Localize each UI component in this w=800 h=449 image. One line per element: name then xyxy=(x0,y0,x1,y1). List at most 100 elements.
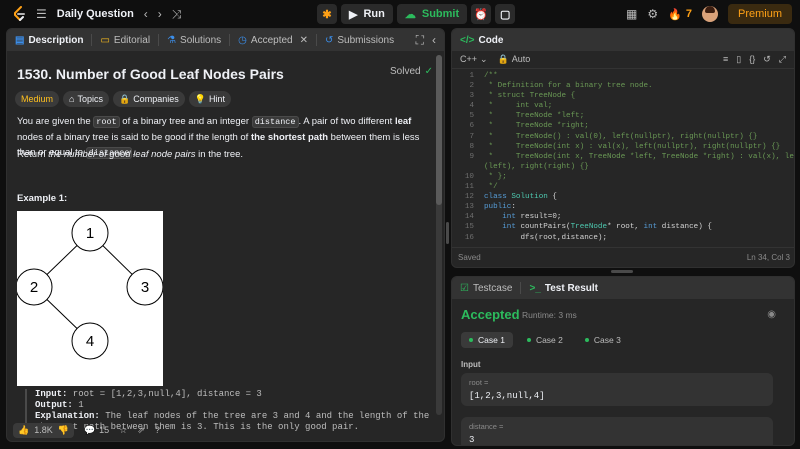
star-icon[interactable]: ☆ xyxy=(119,425,127,436)
layout-icon[interactable]: ▦ xyxy=(626,5,637,23)
tab-testcase[interactable]: ☑ Testcase xyxy=(460,283,512,294)
output-value: 1 xyxy=(72,400,84,410)
bookmark-icon[interactable]: ▯ xyxy=(736,54,741,65)
next-problem-icon[interactable]: › xyxy=(158,5,162,23)
case-tab-3[interactable]: Case 3 xyxy=(577,332,629,348)
tag-icon: ⌂ xyxy=(69,94,75,104)
input-box-distance[interactable]: distance = 3 xyxy=(461,417,773,445)
notes-button[interactable]: ▢ xyxy=(495,4,516,24)
code-line[interactable]: 14 int result=0; xyxy=(452,212,794,222)
auto-mode[interactable]: 🔒 Auto xyxy=(498,54,531,65)
comments-button[interactable]: 💬 15 xyxy=(84,425,109,436)
settings-gear-icon[interactable]: ⚙ xyxy=(647,5,658,23)
tab-test-result[interactable]: >_ Test Result xyxy=(529,283,598,294)
prev-problem-icon[interactable]: ‹ xyxy=(144,5,148,23)
tab-editorial[interactable]: ▭ Editorial xyxy=(100,35,150,46)
code-line[interactable]: 3 * struct TreeNode { xyxy=(452,91,794,101)
run-button[interactable]: ▶ Run xyxy=(341,4,393,24)
example-output: Output: 1 xyxy=(35,400,430,411)
code-text: * Definition for a binary tree node. xyxy=(484,82,653,91)
problem-title[interactable]: 1530. Number of Good Leaf Nodes Pairs xyxy=(17,66,284,82)
tab-solutions[interactable]: ⚗ Solutions xyxy=(167,35,221,46)
alarm-icon: ⏰ xyxy=(474,8,488,21)
thumbs-up-icon[interactable]: 👍 xyxy=(18,425,29,436)
difficulty-badge: Medium xyxy=(15,91,60,107)
code-line[interactable]: 16 dfs(root,distance); xyxy=(452,233,794,243)
vertical-resize-handle[interactable] xyxy=(446,222,449,244)
code-line[interactable]: (left), right(right) {} xyxy=(452,162,794,172)
scrollbar-thumb[interactable] xyxy=(436,55,442,205)
tab-description[interactable]: ▤ Description xyxy=(15,35,83,46)
case-label: Case 1 xyxy=(478,335,505,345)
shuffle-icon[interactable]: ⤨ xyxy=(172,5,182,23)
code-text: * struct TreeNode { xyxy=(484,92,576,101)
code-line[interactable]: 7 * TreeNode() : val(0), left(nullptr), … xyxy=(452,132,794,142)
horizontal-resize-handle[interactable] xyxy=(611,270,633,273)
line-number: 15 xyxy=(464,223,474,232)
expand-icon[interactable]: ⤢ xyxy=(779,54,786,65)
tab-accepted[interactable]: ◷ Accepted ✕ xyxy=(238,35,308,46)
code-line[interactable]: 10 * }; xyxy=(452,172,794,182)
tab-label: Description xyxy=(28,34,84,46)
code-line[interactable]: 6 * TreeNode *right; xyxy=(452,121,794,131)
problem-list-icon[interactable]: ☰ xyxy=(36,5,47,23)
maximize-icon[interactable]: ⛶ xyxy=(416,31,424,49)
input-heading: Input xyxy=(461,360,481,369)
code-line[interactable]: 2 * Definition for a binary tree node. xyxy=(452,81,794,91)
case-tab-2[interactable]: Case 2 xyxy=(519,332,571,348)
text: in the tree. xyxy=(195,149,244,160)
tab-code[interactable]: </> Code xyxy=(460,35,503,46)
format-icon[interactable]: ≡ xyxy=(723,54,728,65)
language-label: C++ xyxy=(460,54,478,64)
cursor-position: Ln 34, Col 3 xyxy=(746,253,790,262)
line-number: 5 xyxy=(469,112,474,121)
debug-button[interactable]: ✱ xyxy=(317,4,337,24)
avatar[interactable] xyxy=(701,6,718,22)
leetcode-logo-icon[interactable] xyxy=(12,6,26,22)
line-number: 10 xyxy=(464,172,474,181)
code-line[interactable]: 5 * TreeNode *left; xyxy=(452,111,794,121)
timer-button[interactable]: ⏰ xyxy=(471,4,492,24)
submit-button[interactable]: ☁ Submit xyxy=(396,4,468,24)
hint-chip[interactable]: 💡 Hint xyxy=(188,91,231,107)
line-number: 2 xyxy=(469,82,474,91)
description-scrollbar[interactable] xyxy=(436,55,442,415)
code-line[interactable]: 1 /** xyxy=(452,71,794,81)
solved-label: Solved xyxy=(390,66,421,77)
lock-icon: 🔒 xyxy=(118,93,131,104)
code-text: * TreeNode(int x) : val(x), left(nullptr… xyxy=(484,142,781,151)
thumbs-down-icon[interactable]: 👎 xyxy=(58,425,69,436)
test-tabs: ☑ Testcase >_ Test Result xyxy=(452,277,794,299)
tree-node-label: 4 xyxy=(86,333,94,350)
language-select[interactable]: C++ ⌄ xyxy=(460,54,488,65)
code-line[interactable]: 4 * int val; xyxy=(452,101,794,111)
terminal-icon: >_ xyxy=(529,282,541,294)
bug-icon: ✱ xyxy=(322,8,332,21)
input-box-root[interactable]: root = [1,2,3,null,4] xyxy=(461,373,773,406)
collapse-icon[interactable]: ‹ xyxy=(432,31,436,49)
code-line[interactable]: 11 */ xyxy=(452,182,794,192)
braces-icon[interactable]: {} xyxy=(749,54,755,65)
code-line[interactable]: 9 * TreeNode(int x, TreeNode *left, Tree… xyxy=(452,152,794,162)
case-tab-1[interactable]: Case 1 xyxy=(461,332,513,348)
verdict: Accepted xyxy=(461,307,520,322)
text: . A pair of two different xyxy=(298,116,395,127)
reset-icon[interactable]: ↺ xyxy=(763,54,771,65)
share-icon[interactable]: ⇗ xyxy=(137,425,145,436)
code-editor[interactable]: 1/** 2 * Definition for a binary tree nod… xyxy=(452,71,794,247)
code-line[interactable]: 15 int countPairs(TreeNode* root, int di… xyxy=(452,222,794,232)
companies-chip[interactable]: 🔒 Companies xyxy=(112,91,185,107)
help-icon[interactable]: ? xyxy=(155,425,160,435)
close-tab-icon[interactable]: ✕ xyxy=(300,35,308,46)
premium-button[interactable]: Premium xyxy=(727,4,792,24)
code-line[interactable]: 8 * TreeNode(int x) : val(x), left(nullp… xyxy=(452,142,794,152)
streak-counter[interactable]: 🔥 7 xyxy=(668,8,692,21)
runtime: Runtime: 3 ms xyxy=(522,310,577,320)
eye-icon[interactable]: ◉ xyxy=(767,309,776,320)
daily-question-title[interactable]: Daily Question xyxy=(57,8,134,20)
code-line[interactable]: 12 class Solution { xyxy=(452,192,794,202)
tab-submissions[interactable]: ↺ Submissions xyxy=(325,35,394,46)
chip-label: Hint xyxy=(208,94,225,104)
code-line[interactable]: 13 public: xyxy=(452,202,794,212)
topics-chip[interactable]: ⌂ Topics xyxy=(63,91,109,107)
